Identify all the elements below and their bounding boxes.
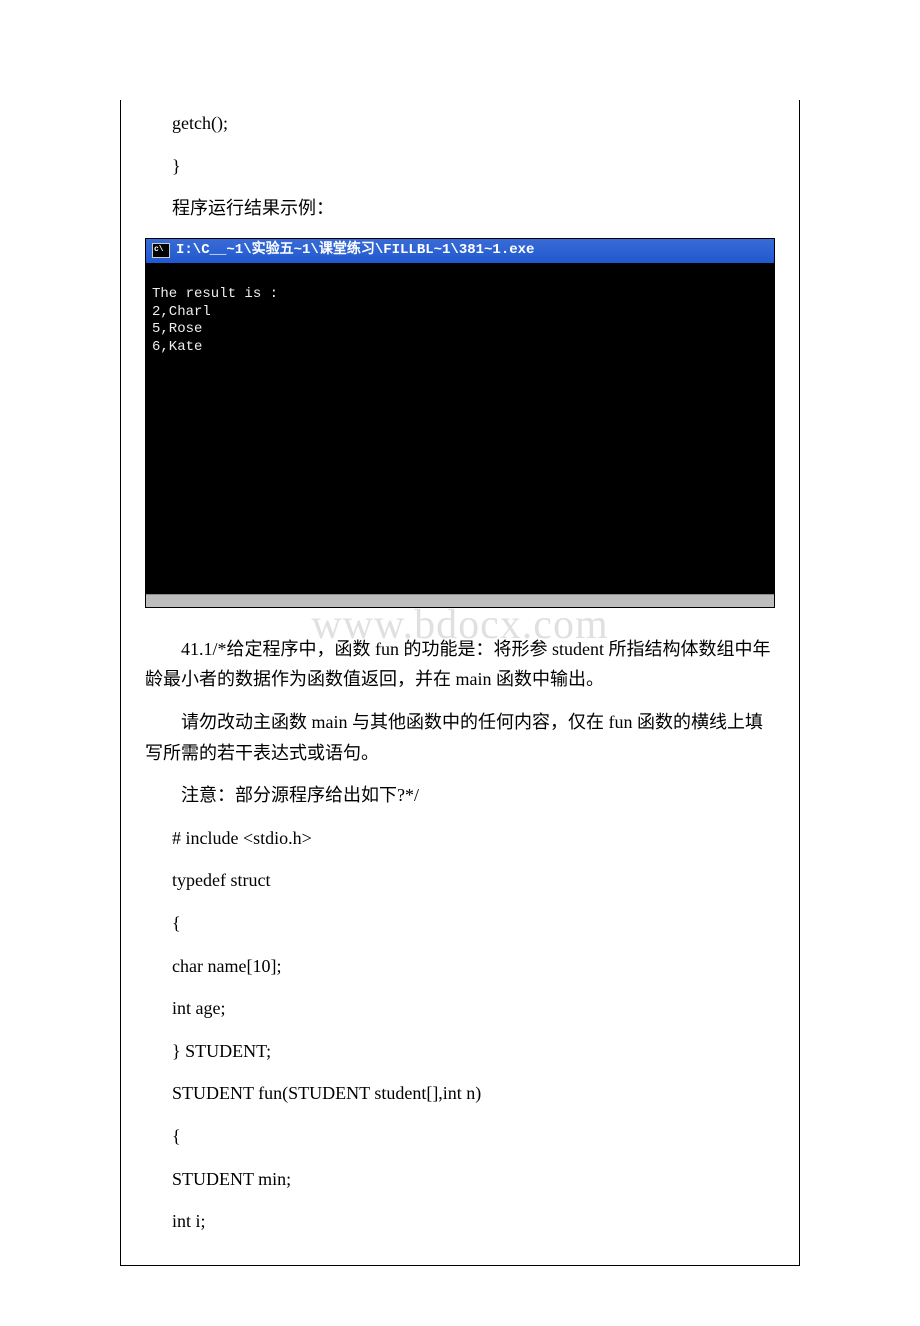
console-window: c\ I:\C__~1\实验五~1\课堂练习\FILLBL~1\381~1.ex… — [145, 238, 775, 608]
code-fun: STUDENT fun(STUDENT student[],int n) — [145, 1070, 775, 1113]
problem-desc-2: 请勿改动主函数 main 与其他函数中的任何内容，仅在 fun 函数的横线上填写… — [145, 699, 775, 772]
problem-desc-3: 注意：部分源程序给出如下?*/ — [145, 772, 775, 815]
code-student: } STUDENT; — [145, 1028, 775, 1071]
code-min: STUDENT min; — [145, 1156, 775, 1199]
console-scrollbar — [146, 594, 774, 607]
code-line-getch: getch(); — [145, 100, 775, 143]
cmd-icon: c\ — [152, 243, 170, 258]
page-container: www.bdocx.com getch(); } 程序运行结果示例： c\ I:… — [0, 0, 920, 1326]
code-typedef: typedef struct — [145, 857, 775, 900]
code-open-brace: { — [145, 900, 775, 943]
console-output: The result is : 2,Charl 5,Rose 6,Kate — [146, 263, 774, 607]
console-title: I:\C__~1\实验五~1\课堂练习\FILLBL~1\381~1.exe — [176, 239, 534, 263]
code-age: int age; — [145, 985, 775, 1028]
code-include: # include <stdio.h> — [145, 815, 775, 858]
code-inti: int i; — [145, 1198, 775, 1241]
result-label: 程序运行结果示例： — [145, 185, 775, 228]
code-line-bracket: } — [145, 143, 775, 186]
code-name: char name[10]; — [145, 943, 775, 986]
console-titlebar: c\ I:\C__~1\实验五~1\课堂练习\FILLBL~1\381~1.ex… — [146, 239, 774, 263]
problem-desc-1: 41.1/*给定程序中，函数 fun 的功能是：将形参 student 所指结构… — [145, 626, 775, 699]
code-open2: { — [145, 1113, 775, 1156]
content-cell: getch(); } 程序运行结果示例： c\ I:\C__~1\实验五~1\课… — [120, 100, 800, 1266]
